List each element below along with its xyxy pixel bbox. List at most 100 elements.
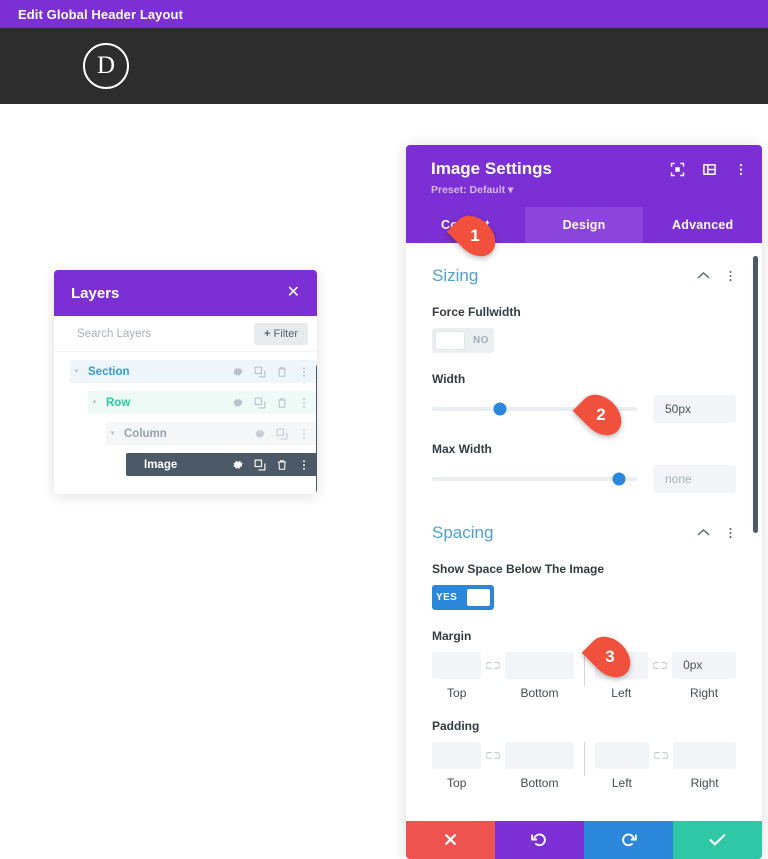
link-icon (486, 661, 501, 669)
margin-top-input[interactable] (432, 651, 482, 679)
kebab-menu-icon[interactable] (298, 428, 310, 440)
padding-bottom-input[interactable] (505, 741, 574, 769)
chevron-up-icon[interactable] (697, 271, 710, 280)
layer-actions (232, 397, 310, 409)
show-space-below-toggle[interactable]: YES (432, 584, 494, 610)
layer-row-row[interactable]: ▾ Row (88, 391, 317, 414)
padding-left-input[interactable] (594, 741, 650, 769)
margin-link-vertical[interactable] (481, 652, 505, 679)
tab-advanced[interactable]: Advanced (643, 207, 762, 243)
kebab-menu-icon[interactable] (298, 397, 310, 409)
margin-label: Margin (432, 628, 472, 643)
padding-divider (583, 741, 585, 776)
admin-bar-title: Edit Global Header Layout (18, 6, 184, 22)
layer-row-column[interactable]: ▾ Column (106, 422, 317, 445)
chevron-up-icon[interactable] (697, 528, 710, 537)
padding-link-vertical[interactable] (481, 742, 505, 769)
margin-right-input[interactable]: 0px (672, 651, 736, 679)
max-width-field: Max Width none (406, 442, 762, 493)
slider-handle[interactable] (612, 472, 626, 486)
layer-label: Column (124, 427, 167, 440)
filter-button[interactable]: + Filter (254, 322, 308, 345)
link-icon (653, 661, 668, 669)
layer-actions (232, 459, 310, 471)
duplicate-icon[interactable] (254, 397, 266, 409)
link-icon (486, 751, 501, 759)
margin-top-col: Top (432, 651, 482, 700)
kebab-menu-icon[interactable] (298, 459, 310, 471)
layer-row-section[interactable]: ▾ Section (70, 360, 317, 383)
close-icon[interactable]: ✕ (287, 285, 300, 301)
chevron-down-icon[interactable]: ▾ (70, 368, 83, 375)
duplicate-icon[interactable] (254, 366, 266, 378)
width-input[interactable]: 50px (653, 394, 736, 423)
callout-marker-1: 1 (446, 207, 504, 265)
gear-icon[interactable] (232, 397, 244, 409)
margin-left-caption: Left (611, 685, 632, 700)
settings-scrollbar[interactable] (753, 255, 758, 533)
layers-panel-title: Layers (71, 284, 120, 302)
site-header-preview: D (0, 28, 768, 104)
gear-icon[interactable] (232, 459, 244, 471)
layers-scrollbar[interactable] (316, 364, 317, 494)
layer-row-image[interactable]: Image (126, 453, 317, 476)
margin-link-horizontal[interactable] (648, 652, 672, 679)
padding-link-horizontal[interactable] (649, 742, 673, 769)
divi-logo-icon: D (83, 43, 129, 89)
slider-track (432, 476, 637, 481)
plus-icon: + (264, 327, 271, 340)
max-width-input[interactable]: none (653, 464, 736, 493)
kebab-menu-icon[interactable] (724, 526, 737, 540)
force-fullwidth-field: Force Fullwidth NO (406, 305, 762, 353)
padding-right-caption: Right (690, 775, 719, 790)
kebab-menu-icon[interactable] (298, 366, 310, 378)
margin-bottom-input[interactable] (505, 651, 574, 679)
toggle-knob (467, 588, 490, 606)
slider-handle[interactable] (493, 402, 507, 416)
chevron-down-icon[interactable]: ▾ (106, 430, 119, 437)
padding-top-col: Top (432, 741, 482, 790)
padding-bottom-col: Bottom (505, 741, 574, 790)
toggle-state-label: YES (436, 591, 458, 603)
layer-label: Section (88, 365, 130, 378)
trash-icon[interactable] (276, 459, 288, 471)
spacing-section-title: Spacing (432, 522, 494, 542)
padding-right-input[interactable] (673, 741, 736, 769)
trash-icon[interactable] (276, 397, 288, 409)
padding-left-col: Left (594, 741, 650, 790)
sizing-section-title: Sizing (432, 265, 479, 285)
padding-bottom-caption: Bottom (520, 775, 559, 790)
layer-label: Row (106, 396, 131, 409)
show-space-below-label: Show Space Below The Image (432, 561, 605, 576)
search-input[interactable] (77, 327, 227, 340)
padding-horizontal-group: Left Right (594, 741, 736, 790)
settings-header: Image Settings Preset: Default ▾ (406, 145, 762, 207)
layer-label: Image (144, 458, 178, 471)
focus-target-icon[interactable] (670, 162, 685, 177)
gear-icon[interactable] (232, 366, 244, 378)
layers-search-row: +Filter (54, 316, 317, 351)
toggle-state-label: NO (473, 334, 489, 346)
margin-grid: Top Bottom Left 0px Right (432, 651, 736, 700)
chevron-down-icon[interactable]: ▾ (88, 399, 101, 406)
gear-icon[interactable] (254, 428, 266, 440)
layer-actions (254, 428, 310, 440)
marker-number: 2 (596, 405, 606, 424)
padding-top-input[interactable] (432, 741, 482, 769)
panel-layout-icon[interactable] (702, 162, 717, 177)
max-width-slider[interactable] (432, 472, 637, 486)
kebab-menu-icon[interactable] (734, 162, 748, 177)
trash-icon[interactable] (276, 366, 288, 378)
kebab-menu-icon[interactable] (724, 269, 737, 283)
padding-field: Padding Top Bottom Left Right (406, 719, 762, 790)
padding-label: Padding (432, 718, 480, 733)
tab-design[interactable]: Design (524, 206, 644, 243)
duplicate-icon[interactable] (254, 459, 266, 471)
padding-left-caption: Left (611, 775, 632, 790)
duplicate-icon[interactable] (276, 428, 288, 440)
margin-right-caption: Right (690, 685, 719, 700)
margin-divider (583, 651, 585, 686)
margin-bottom-col: Bottom (505, 651, 574, 700)
force-fullwidth-toggle[interactable]: NO (432, 327, 494, 353)
preset-selector[interactable]: Preset: Default ▾ (431, 184, 744, 196)
